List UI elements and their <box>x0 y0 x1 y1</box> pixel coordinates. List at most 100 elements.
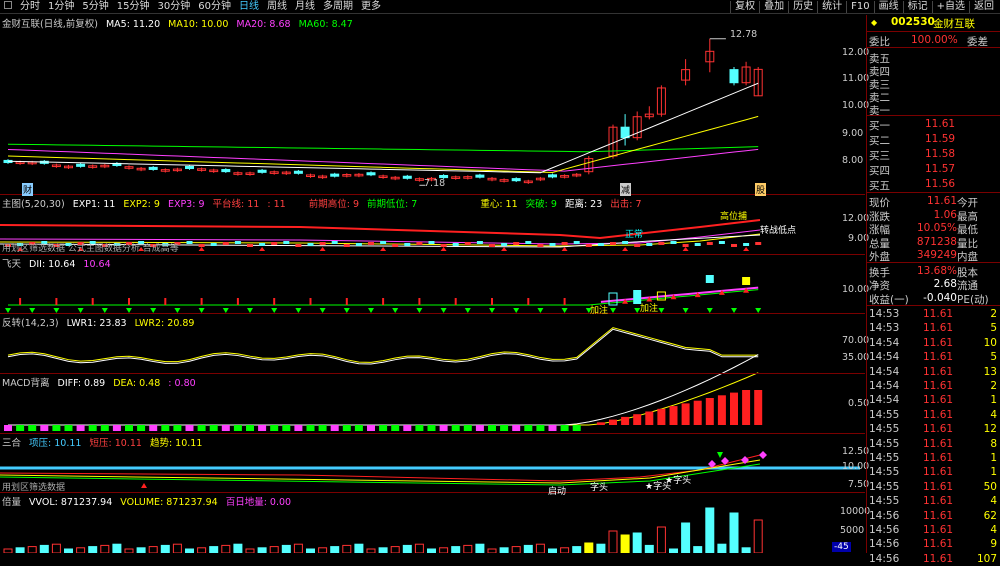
p2-bar <box>513 242 520 245</box>
tab-1min[interactable]: 1分钟 <box>45 1 77 13</box>
volume-bar <box>741 547 751 553</box>
signal-label: 启动 <box>548 487 567 497</box>
tick-volume: 2 <box>990 380 997 392</box>
tick-volume: 107 <box>976 552 997 565</box>
macd-bar <box>403 425 412 431</box>
tab-monthly[interactable]: 月线 <box>292 1 318 13</box>
volume-bar <box>402 544 412 553</box>
p2-bar <box>573 241 580 244</box>
event-marker-gu[interactable]: 股 <box>755 183 767 196</box>
ma20-label: MA20: 8.68 <box>236 19 291 30</box>
macd-bar <box>64 425 73 431</box>
draw-line-button[interactable]: 画线 <box>873 1 903 13</box>
p2-bar <box>271 242 278 245</box>
volume-bar <box>27 546 37 553</box>
volume-bar <box>439 547 449 553</box>
p2-bar <box>585 244 592 247</box>
panel-divider <box>0 433 865 434</box>
p2-bar <box>549 243 556 246</box>
tab-multi-period[interactable]: 多周期 <box>320 1 356 13</box>
volume-bar <box>548 548 557 553</box>
mark-button[interactable]: 标记 <box>902 1 932 13</box>
volume-bar <box>209 546 219 553</box>
tick-volume: 1 <box>990 466 997 479</box>
tab-5min[interactable]: 5分钟 <box>79 1 111 13</box>
volume-bar <box>64 548 73 553</box>
volume-bar <box>136 547 146 553</box>
volume-bar <box>596 543 606 553</box>
tab-weekly[interactable]: 周线 <box>264 1 290 13</box>
stock-code: 002530 <box>891 16 935 28</box>
f10-button[interactable]: F10 <box>846 1 873 13</box>
macd-bar <box>197 425 206 431</box>
candle-body <box>221 169 231 173</box>
macd-bar <box>645 411 654 425</box>
macd-bar <box>633 414 642 425</box>
tick-volume: 62 <box>983 509 997 522</box>
macd-bar <box>173 425 182 431</box>
macd-bar <box>439 425 448 431</box>
tab-fenshi[interactable]: 分时 <box>17 1 43 13</box>
tick-row: 14:55 11.61 50 <box>867 480 1000 495</box>
volume-bar <box>608 530 618 553</box>
macd-bar <box>536 425 545 431</box>
buy-level-price: 11.56 <box>925 178 956 190</box>
back-button[interactable]: 返回 <box>969 1 998 13</box>
chart-canvas[interactable] <box>0 15 865 553</box>
divider <box>867 115 1000 116</box>
stat-value: 1.06 <box>933 208 957 221</box>
tick-volume: 4 <box>990 495 997 508</box>
candle-body <box>366 172 376 176</box>
high-price-label: 12.78 <box>730 29 758 40</box>
p2-arrow <box>682 247 689 251</box>
p2-signal-label: 高位捕 <box>720 212 748 222</box>
tick-price: 11.61 <box>923 509 954 522</box>
p2-bar <box>331 241 338 244</box>
tick-price: 11.61 <box>923 552 954 565</box>
tick-price: 11.61 <box>923 322 954 335</box>
tick-price: 11.61 <box>923 336 954 349</box>
event-marker-jian[interactable]: 减 <box>620 183 632 196</box>
p2-bar <box>295 244 302 247</box>
chart-area[interactable]: 金财互联(日线,前复权) MA5: 11.20 MA10: 10.00 MA20… <box>0 15 870 553</box>
event-marker-cai[interactable]: 财 <box>22 183 34 196</box>
volume-bar <box>669 548 678 553</box>
tab-daily[interactable]: 日线 <box>236 1 262 13</box>
tab-15min[interactable]: 15分钟 <box>114 1 153 13</box>
tick-time: 14:55 <box>869 466 900 479</box>
tick-volume: 1 <box>990 394 997 407</box>
panel-divider <box>0 492 865 493</box>
tick-time: 14:54 <box>869 365 900 378</box>
chart-type-icon[interactable] <box>4 1 12 9</box>
tick-volume: 10 <box>983 336 997 349</box>
volume-bar <box>681 522 691 553</box>
indicator-title-zhutu: 主图(5,20,30) EXP1: 11 EXP2: 9 EXP3: 9 平台线… <box>2 199 642 210</box>
p2-arrow <box>198 247 205 251</box>
tick-price: 11.61 <box>923 538 954 551</box>
stat-row: 收益(一) -0.040 PE(动) <box>867 291 1000 306</box>
p2-bar <box>597 243 604 246</box>
p2-bar <box>416 242 423 245</box>
stat-row: 换手 13.68% 股本 <box>867 264 1000 279</box>
tab-30min[interactable]: 30分钟 <box>154 1 193 13</box>
volume-bar <box>390 546 400 553</box>
stat-value: 10.05% <box>916 222 957 234</box>
add-watchlist-button[interactable]: +自选 <box>931 1 969 13</box>
p2-bar <box>718 241 725 244</box>
tick-time: 14:54 <box>869 336 900 349</box>
p2-bar <box>682 244 689 247</box>
tick-price: 11.61 <box>923 524 954 536</box>
overlay-button[interactable]: 叠加 <box>759 1 788 13</box>
p2-signal-label: 正常 <box>625 230 644 240</box>
fuquan-button[interactable]: 复权 <box>730 1 759 13</box>
p2-bar <box>452 243 459 246</box>
stats-button[interactable]: 统计 <box>817 1 846 13</box>
history-button[interactable]: 历史 <box>788 1 817 13</box>
volume-bar <box>620 534 630 553</box>
volume-bar <box>51 543 61 553</box>
macd-bar <box>28 425 37 431</box>
stock-name: 金财互联 <box>933 18 975 30</box>
p2-bar <box>464 242 471 245</box>
tab-60min[interactable]: 60分钟 <box>195 1 234 13</box>
tab-more[interactable]: 更多 <box>358 1 384 13</box>
